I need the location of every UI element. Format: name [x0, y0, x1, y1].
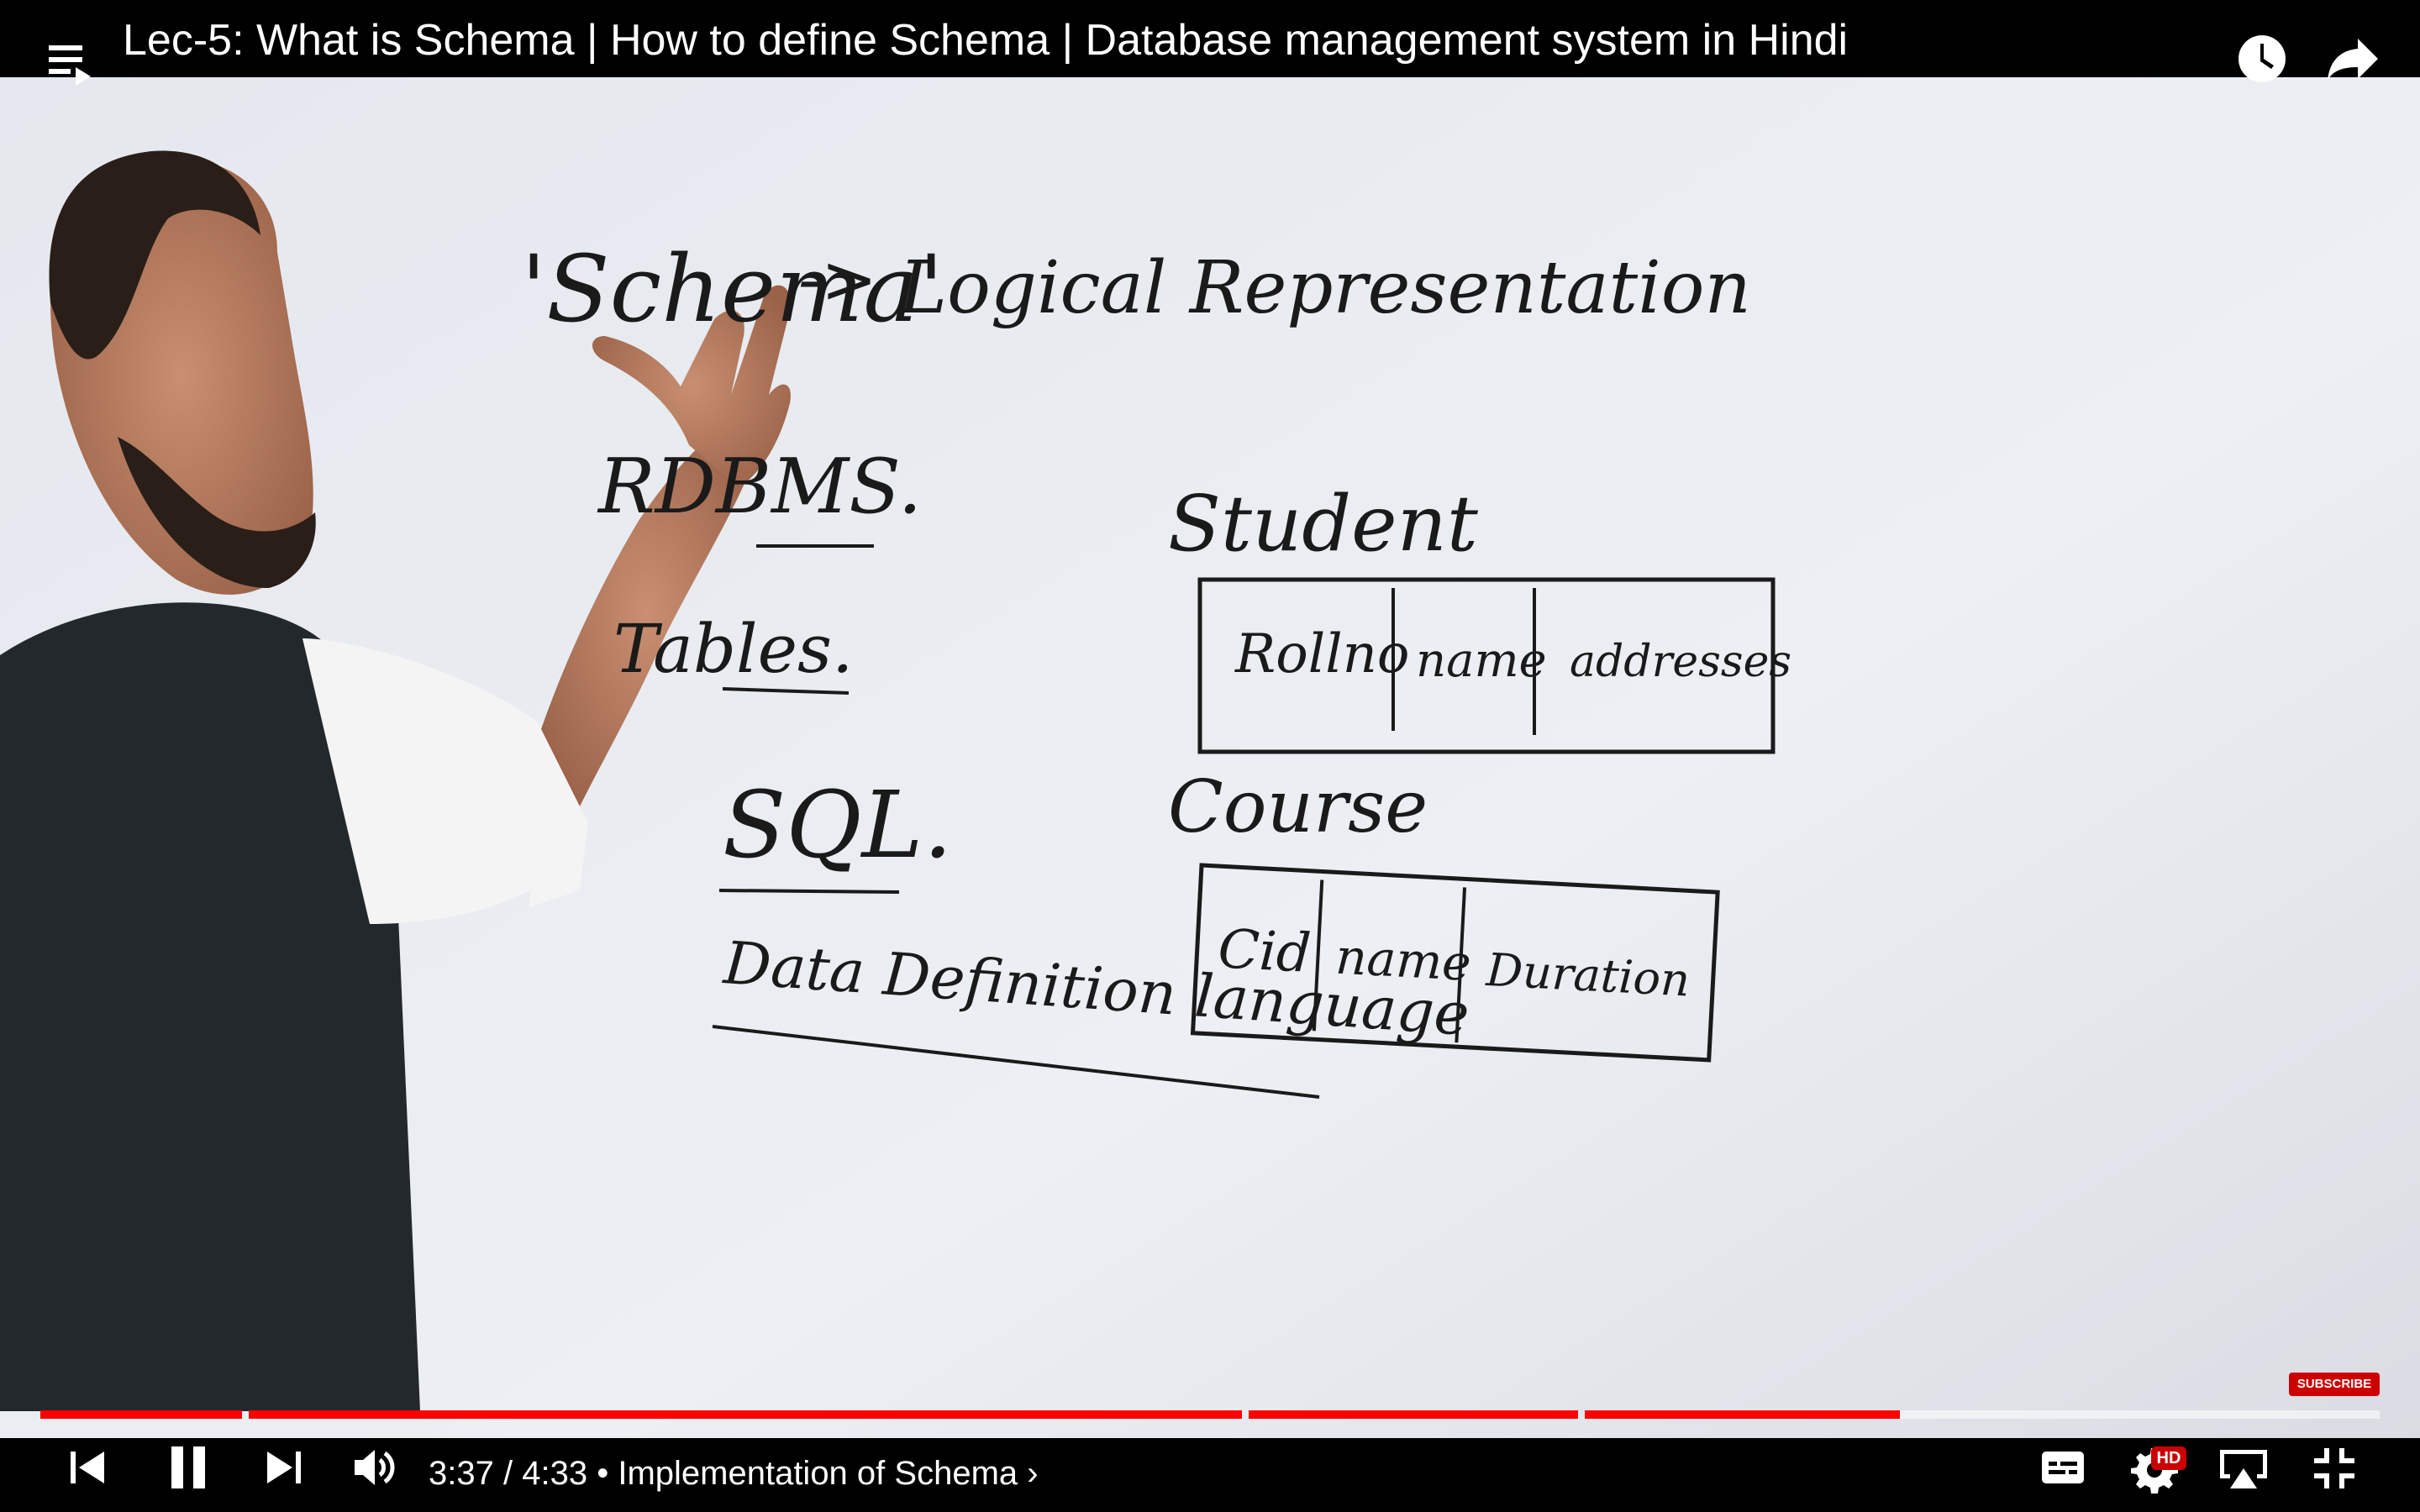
chapter-separator: • [597, 1455, 618, 1492]
course-column-1: Cid [1217, 918, 1313, 985]
subscribe-watermark[interactable]: SUBSCRIBE [2289, 1373, 2380, 1396]
skip-previous-icon[interactable] [67, 1448, 109, 1487]
exit-fullscreen-icon[interactable] [2312, 1446, 2356, 1490]
board-heading-schema: 'Schema' [521, 235, 944, 343]
played-fill [40, 1410, 242, 1419]
progress-bar[interactable] [40, 1410, 2380, 1419]
chapter-segment-3[interactable] [1249, 1410, 1578, 1419]
airplay-icon[interactable] [2217, 1446, 2270, 1492]
video-title[interactable]: Lec-5: What is Schema | How to define Sc… [123, 15, 1848, 66]
top-bar: Lec-5: What is Schema | How to define Sc… [0, 0, 2420, 86]
course-column-2: name [1334, 928, 1473, 992]
played-fill [1585, 1410, 1901, 1419]
course-table-label: Course [1168, 765, 1428, 849]
course-column-3: Duration [1484, 943, 1691, 1007]
board-rdbms: RDBMS. [597, 443, 922, 531]
volume-icon[interactable] [351, 1446, 398, 1488]
student-table-label: Student [1168, 479, 1479, 569]
video-player[interactable]: 'Schema' -> Logical Representation RDBMS… [0, 0, 2420, 1512]
captions-icon[interactable] [2040, 1450, 2086, 1485]
student-column-1: Rollno [1234, 623, 1409, 685]
board-arrow: -> [798, 240, 877, 318]
chapter-segment-2[interactable] [249, 1410, 1242, 1419]
video-frame[interactable]: 'Schema' -> Logical Representation RDBMS… [0, 0, 2420, 1512]
chevron-right-icon[interactable]: › [1027, 1455, 1038, 1492]
played-fill [249, 1410, 1242, 1419]
played-fill [1249, 1410, 1578, 1419]
board-sql: SQL. [723, 771, 953, 879]
student-column-2: name [1416, 633, 1547, 688]
time-display: 3:37 / 4:33 • Implementation of Schema › [429, 1446, 1039, 1500]
skip-next-icon[interactable] [262, 1448, 304, 1487]
chapter-segment-4[interactable] [1585, 1410, 2380, 1419]
subscribe-label: SUBSCRIBE [2296, 1377, 2372, 1391]
playlist-icon[interactable] [47, 42, 92, 87]
chapter-title[interactable]: Implementation of Schema [618, 1455, 1018, 1492]
current-time: 3:37 [429, 1455, 494, 1492]
board-tables: Tables. [613, 610, 853, 688]
pause-icon[interactable] [168, 1445, 210, 1490]
student-column-3: addresses [1570, 637, 1791, 687]
share-arrow-icon[interactable] [2326, 37, 2380, 82]
chapter-segment-1[interactable] [40, 1410, 242, 1419]
time-separator: / [502, 1455, 523, 1492]
board-heading-definition: Logical Representation [897, 246, 1751, 330]
clock-icon[interactable] [2237, 34, 2287, 84]
hd-badge: HD [2151, 1446, 2186, 1470]
duration: 4:33 [522, 1455, 588, 1492]
